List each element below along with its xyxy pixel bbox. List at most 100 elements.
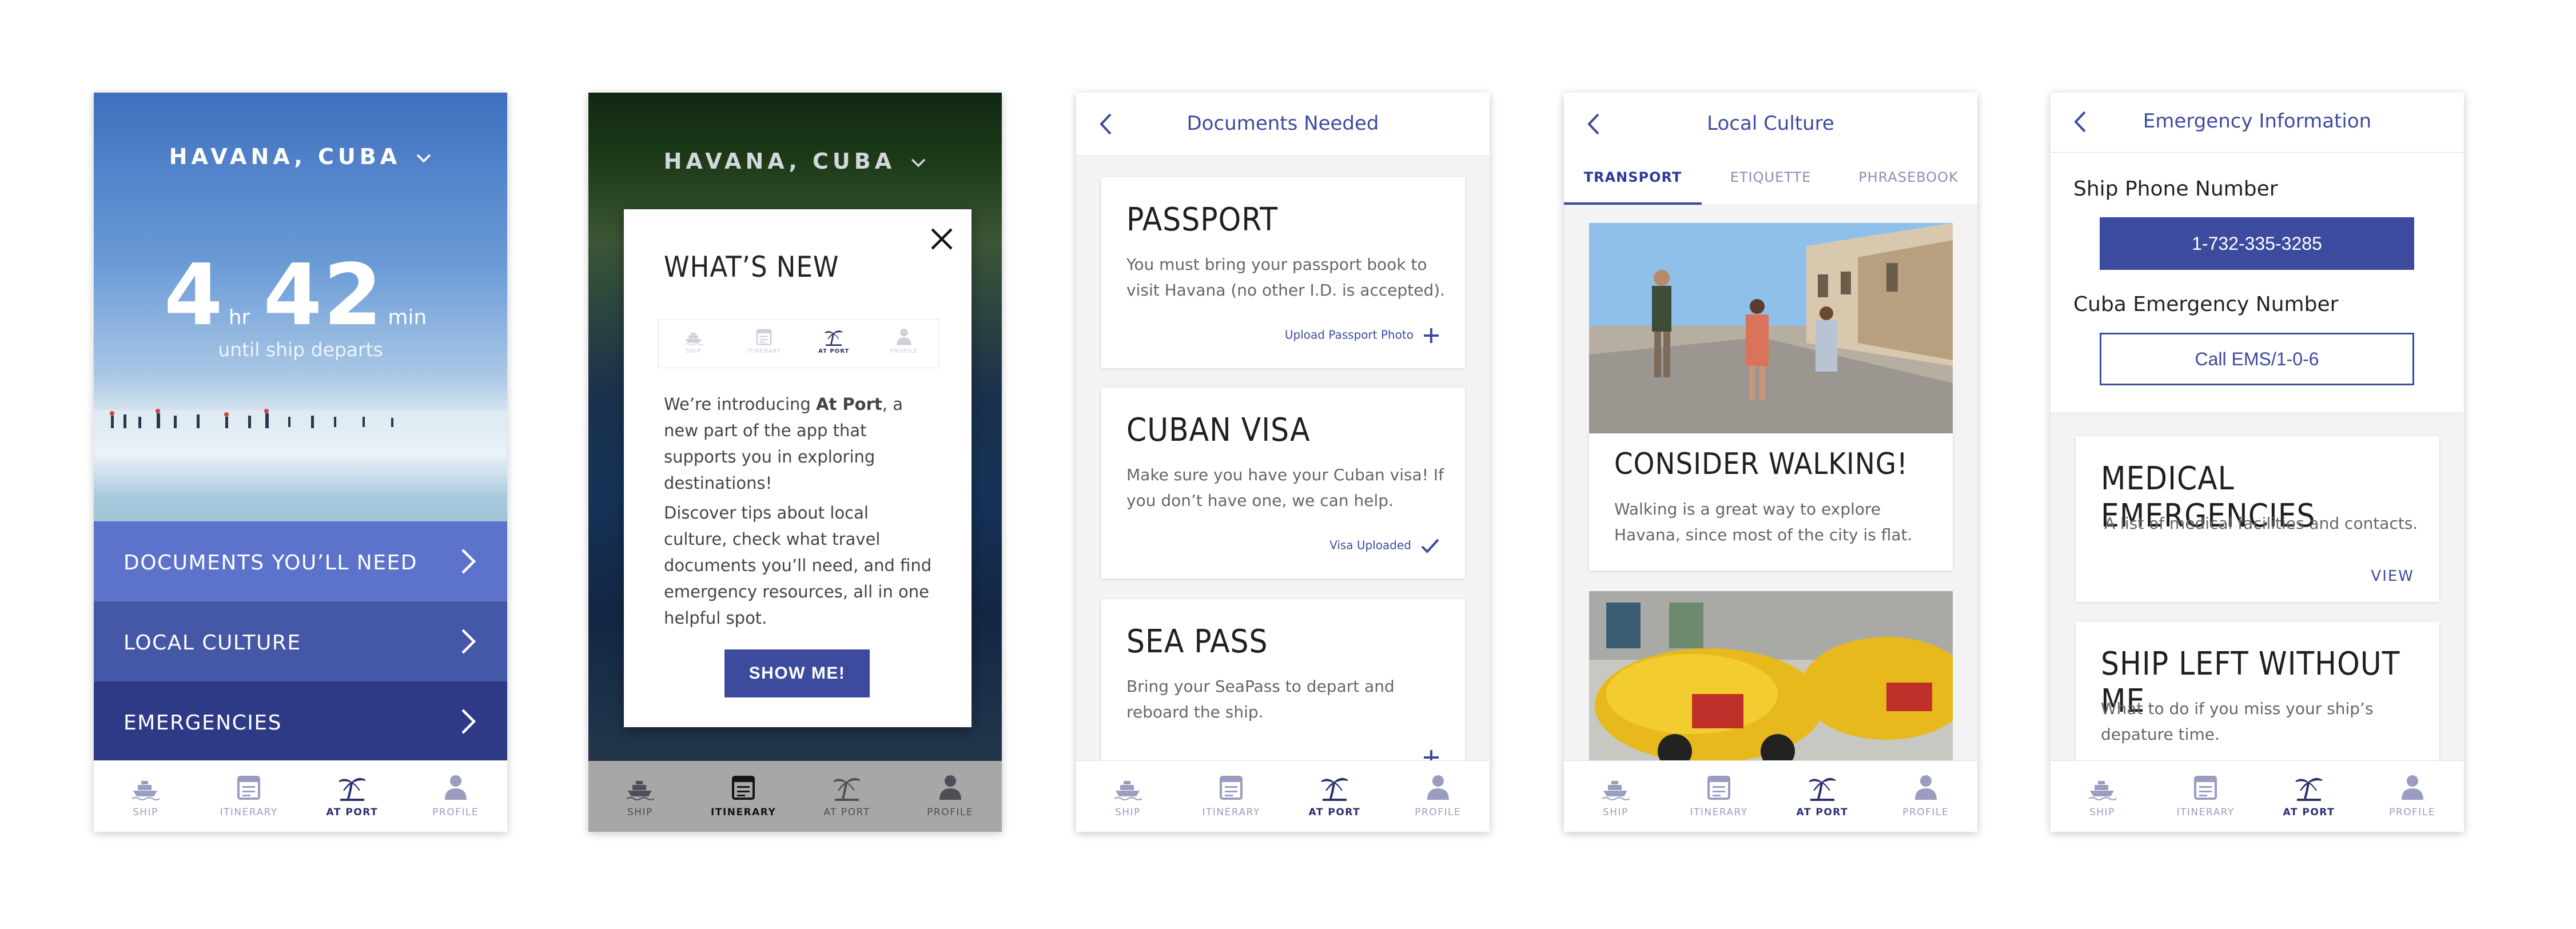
ship-phone-label: Ship Phone Number bbox=[2073, 177, 2278, 201]
bottom-nav: SHIP ITINERARY AT PORT PROFILE bbox=[588, 761, 1002, 832]
page-title: Local Culture bbox=[1707, 112, 1834, 135]
nav-ship[interactable]: SHIP bbox=[588, 761, 692, 832]
chevron-down-icon bbox=[417, 154, 431, 162]
palm-tree-icon bbox=[1807, 773, 1838, 801]
whats-new-dialog: WHAT’S NEW SHIP ITINERARY AT PORT PROFIL… bbox=[624, 209, 972, 727]
nav-ship[interactable]: SHIP bbox=[1564, 761, 1667, 832]
nav-profile[interactable]: PROFILE bbox=[898, 761, 1002, 832]
mini-nav-profile: PROFILE bbox=[869, 320, 939, 368]
nav-itinerary[interactable]: ITINERARY bbox=[2154, 761, 2258, 832]
cuban-visa-card: CUBAN VISA Make sure you have your Cuban… bbox=[1101, 388, 1465, 579]
person-icon bbox=[1423, 773, 1454, 801]
upload-passport-photo-button[interactable]: Upload Passport Photo bbox=[1285, 327, 1440, 344]
palm-tree-icon bbox=[831, 773, 862, 801]
nav-at-port[interactable]: AT PORT bbox=[1771, 761, 1874, 832]
chevron-down-icon bbox=[911, 158, 926, 167]
nav-profile[interactable]: PROFILE bbox=[1874, 761, 1977, 832]
bottom-nav: SHIP ITINERARY AT PORT PROFILE bbox=[2051, 760, 2464, 832]
chevron-right-icon bbox=[461, 629, 476, 654]
visa-uploaded-status[interactable]: Visa Uploaded bbox=[1329, 537, 1440, 555]
ship-left-without-me-card: SHIP LEFT WITHOUT ME What to do if you m… bbox=[2076, 621, 2439, 770]
dialog-title: WHAT’S NEW bbox=[664, 250, 839, 284]
nav-profile[interactable]: PROFILE bbox=[404, 761, 507, 832]
nav-at-port[interactable]: AT PORT bbox=[1283, 761, 1387, 832]
ship-icon bbox=[1600, 773, 1631, 801]
header: Local Culture bbox=[1564, 93, 1977, 156]
consider-walking-card: CONSIDER WALKING! Walking is a great way… bbox=[1589, 433, 1953, 571]
sea-pass-card: SEA PASS Bring your SeaPass to depart an… bbox=[1101, 599, 1465, 782]
calendar-icon bbox=[233, 773, 264, 801]
nav-ship[interactable]: SHIP bbox=[2051, 761, 2154, 832]
nav-itinerary[interactable]: ITINERARY bbox=[1180, 761, 1283, 832]
calendar-icon bbox=[1216, 773, 1247, 801]
tab-phrasebook[interactable]: PHRASEBOOK bbox=[1840, 156, 1977, 205]
emergencies-menu-item[interactable]: EMERGENCIES bbox=[94, 681, 507, 761]
nav-at-port[interactable]: AT PORT bbox=[2258, 761, 2361, 832]
plus-icon bbox=[1424, 328, 1439, 343]
nav-at-port[interactable]: AT PORT bbox=[795, 761, 899, 832]
person-icon bbox=[935, 773, 966, 801]
close-icon[interactable] bbox=[929, 226, 954, 252]
nav-itinerary[interactable]: ITINERARY bbox=[692, 761, 795, 832]
nav-profile[interactable]: PROFILE bbox=[2360, 761, 2464, 832]
tab-transport[interactable]: TRANSPORT bbox=[1564, 156, 1702, 205]
checkmark-icon bbox=[1421, 539, 1439, 553]
person-icon bbox=[440, 773, 471, 801]
cuba-emergency-label: Cuba Emergency Number bbox=[2073, 293, 2339, 316]
view-button[interactable]: VIEW bbox=[2371, 568, 2414, 585]
mini-nav-preview: SHIP ITINERARY AT PORT PROFILE bbox=[658, 319, 939, 368]
nav-itinerary[interactable]: ITINERARY bbox=[197, 761, 301, 832]
city-title[interactable]: HAVANA, CUBA bbox=[94, 144, 507, 169]
dialog-body-text: Discover tips about local culture, check… bbox=[664, 503, 932, 628]
coco-taxi-photo bbox=[1589, 591, 1953, 763]
calendar-icon bbox=[1703, 773, 1734, 801]
ship-icon bbox=[2087, 773, 2117, 801]
palm-tree-icon bbox=[2294, 773, 2324, 801]
nav-profile[interactable]: PROFILE bbox=[1386, 761, 1490, 832]
person-icon bbox=[2397, 773, 2428, 801]
header: Documents Needed bbox=[1076, 93, 1490, 156]
passport-card: PASSPORT You must bring your passport bo… bbox=[1101, 177, 1465, 368]
mini-nav-ship: SHIP bbox=[659, 320, 729, 368]
mini-nav-itinerary: ITINERARY bbox=[729, 320, 799, 368]
screen-local-culture: Local Culture TRANSPORT ETIQUETTE PHRASE… bbox=[1564, 93, 1977, 832]
palm-tree-icon bbox=[822, 328, 845, 346]
culture-tabs: TRANSPORT ETIQUETTE PHRASEBOOK bbox=[1564, 156, 1977, 205]
page-title: Documents Needed bbox=[1187, 112, 1379, 135]
screen-at-port-home: HAVANA, CUBA 4 hr 42 min until ship depart… bbox=[94, 93, 507, 832]
emergency-cards-area: MEDICAL EMERGENCIES A list of medical fa… bbox=[2051, 413, 2464, 770]
palm-tree-icon bbox=[337, 773, 368, 801]
nav-ship[interactable]: SHIP bbox=[1076, 761, 1180, 832]
person-icon bbox=[1910, 773, 1941, 801]
screen-emergency-information: Emergency Information Ship Phone Number … bbox=[2051, 93, 2464, 832]
bottom-nav: SHIP ITINERARY AT PORT PROFILE bbox=[94, 760, 507, 832]
nav-itinerary[interactable]: ITINERARY bbox=[1667, 761, 1771, 832]
documents-menu-item[interactable]: DOCUMENTS YOU’LL NEED bbox=[94, 521, 507, 601]
beach-hero-image: HAVANA, CUBA 4 hr 42 min until ship depart… bbox=[94, 93, 507, 521]
ship-icon bbox=[624, 773, 655, 801]
call-ems-button[interactable]: Call EMS/1-0-6 bbox=[2100, 333, 2414, 385]
ship-icon bbox=[682, 328, 705, 346]
dialog-intro-text: We’re introducing At Port, a new part of… bbox=[664, 394, 903, 493]
tab-etiquette[interactable]: ETIQUETTE bbox=[1702, 156, 1840, 205]
nav-at-port[interactable]: AT PORT bbox=[301, 761, 404, 832]
screen-whats-new-modal: HAVANA, CUBA WHAT’S NEW SHIP ITINERARY A… bbox=[588, 93, 1002, 832]
local-culture-menu-item[interactable]: LOCAL CULTURE bbox=[94, 601, 507, 681]
ship-icon bbox=[130, 773, 161, 801]
bottom-nav: SHIP ITINERARY AT PORT PROFILE bbox=[1564, 760, 1977, 832]
person-icon bbox=[893, 328, 915, 346]
page-title: Emergency Information bbox=[2143, 110, 2372, 133]
calendar-icon bbox=[753, 328, 775, 346]
street-walking-photo bbox=[1589, 223, 1953, 433]
until-departure-label: until ship departs bbox=[218, 338, 383, 361]
beach-people-image bbox=[110, 409, 393, 428]
medical-emergencies-card: MEDICAL EMERGENCIES A list of medical fa… bbox=[2076, 436, 2439, 602]
mini-nav-at-port: AT PORT bbox=[799, 320, 869, 368]
ship-phone-button[interactable]: 1-732-335-3285 bbox=[2100, 217, 2414, 270]
nav-ship[interactable]: SHIP bbox=[94, 761, 197, 832]
calendar-icon bbox=[2190, 773, 2221, 801]
departure-countdown: 4 hr 42 min bbox=[164, 246, 427, 344]
palm-tree-icon bbox=[1319, 773, 1350, 801]
chevron-right-icon bbox=[461, 549, 476, 574]
show-me-button[interactable]: SHOW ME! bbox=[724, 649, 870, 697]
